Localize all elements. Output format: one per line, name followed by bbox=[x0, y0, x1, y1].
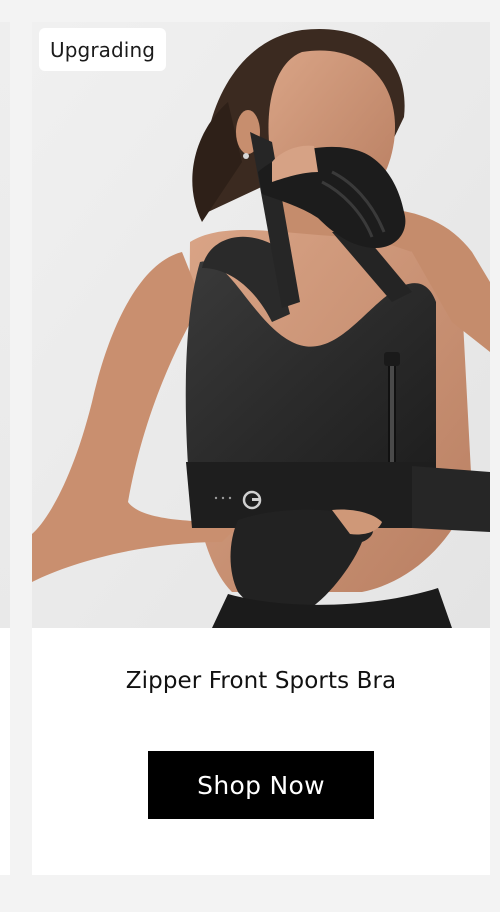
previous-product-card[interactable] bbox=[0, 22, 10, 875]
product-carousel: Upgrading Zipper Front Sports Bra Shop N… bbox=[0, 0, 500, 912]
product-image[interactable]: Upgrading bbox=[32, 22, 490, 628]
product-badge: Upgrading bbox=[39, 28, 167, 71]
shop-now-button[interactable]: Shop Now bbox=[148, 751, 374, 819]
previous-product-image bbox=[0, 22, 10, 628]
product-photo-illustration bbox=[32, 22, 490, 628]
product-card[interactable]: Upgrading Zipper Front Sports Bra Shop N… bbox=[32, 22, 490, 875]
product-title[interactable]: Zipper Front Sports Bra bbox=[32, 668, 490, 694]
